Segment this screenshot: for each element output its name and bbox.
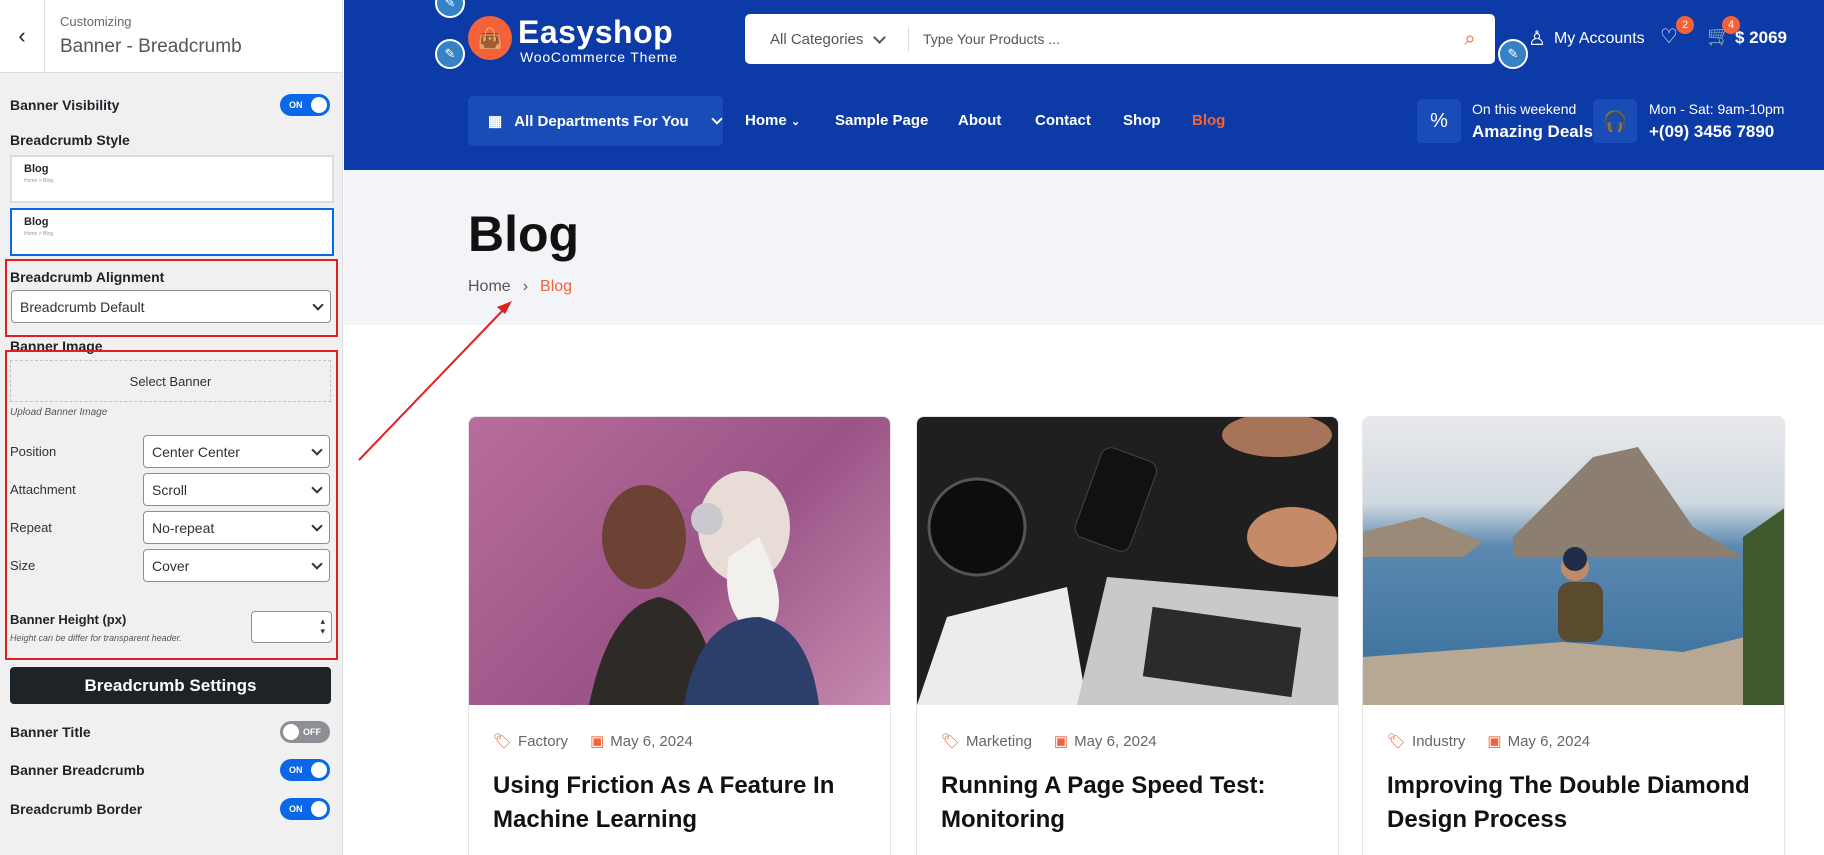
banner-height-hint: Height can be differ for transparent hea… [10, 633, 182, 643]
tag-icon: 🏷 [493, 733, 513, 750]
banner-visibility-label: Banner Visibility [10, 97, 120, 113]
style-option-crumb: Home > Blog [24, 178, 54, 184]
back-button[interactable]: ‹ [0, 0, 45, 72]
post-date: May 6, 2024 [1507, 733, 1591, 750]
post-title[interactable]: Using Friction As A Feature In Machine L… [493, 769, 870, 837]
position-label: Position [10, 444, 57, 459]
banner-visibility-toggle[interactable]: ON [280, 94, 330, 116]
calendar-icon: ▣ [1487, 733, 1502, 750]
post-image-illustration [1363, 447, 1784, 705]
post-card[interactable]: 🏷 Factory ▣ May 6, 2024 Using Friction As … [468, 416, 891, 855]
post-meta: 🏷 Industry ▣ May 6, 2024 [1387, 732, 1590, 750]
post-image[interactable] [469, 417, 890, 705]
size-select[interactable]: Cover [143, 549, 330, 582]
breadcrumb-border-row: Breadcrumb Border ON [10, 798, 330, 820]
repeat-value: No-repeat [152, 519, 215, 536]
post-date: May 6, 2024 [610, 733, 693, 750]
banner-visibility-row: Banner Visibility ON [10, 94, 330, 116]
post-image[interactable] [917, 417, 1338, 705]
customizer-context: Customizing [60, 14, 132, 29]
banner-title-toggle[interactable]: OFF [280, 721, 330, 743]
repeat-select[interactable]: No-repeat [143, 511, 330, 544]
post-title[interactable]: Running A Page Speed Test: Monitoring [941, 769, 1318, 837]
banner-title-label: Banner Title [10, 724, 91, 740]
post-meta-category: 🏷 Industry [1387, 732, 1465, 750]
post-card[interactable]: 🏷 Marketing ▣ May 6, 2024 Running A Page S… [916, 416, 1339, 855]
position-value: Center Center [152, 443, 240, 460]
size-value: Cover [152, 557, 190, 574]
chevron-down-icon [311, 519, 323, 532]
post-title[interactable]: Improving The Double Diamond Design Proc… [1387, 769, 1764, 837]
calendar-icon: ▣ [590, 733, 605, 750]
repeat-label: Repeat [10, 520, 52, 535]
chevron-down-icon [311, 481, 323, 494]
breadcrumb-border-toggle[interactable]: ON [280, 798, 330, 820]
post-meta-category: 🏷 Marketing [941, 732, 1032, 750]
banner-title-row: Banner Title OFF [10, 721, 330, 743]
banner-breadcrumb-label: Banner Breadcrumb [10, 762, 145, 778]
select-banner-button[interactable]: Select Banner [10, 360, 331, 402]
breadcrumb-style-option-1[interactable]: Blog Home > Blog [10, 155, 334, 203]
customizer-panel: ‹ Customizing Banner - Breadcrumb Banner… [0, 0, 343, 855]
tag-icon: 🏷 [1387, 733, 1407, 750]
upload-banner-hint: Upload Banner Image [10, 407, 108, 418]
post-image-illustration [917, 417, 1338, 705]
post-category[interactable]: Industry [1412, 733, 1465, 750]
post-image-illustration [589, 471, 819, 705]
post-meta: 🏷 Marketing ▣ May 6, 2024 [941, 732, 1157, 750]
breadcrumb-settings-button[interactable]: Breadcrumb Settings [10, 667, 331, 704]
banner-height-label: Banner Height (px) [10, 612, 127, 627]
banner-height-input[interactable] [251, 611, 332, 643]
style-option-title: Blog [24, 216, 49, 228]
customizer-header: ‹ Customizing Banner - Breadcrumb [0, 0, 342, 73]
post-category[interactable]: Marketing [966, 733, 1032, 750]
attachment-value: Scroll [152, 481, 188, 498]
breadcrumb-alignment-label: Breadcrumb Alignment [10, 269, 165, 285]
chevron-left-icon: ‹ [18, 23, 26, 48]
position-select[interactable]: Center Center [143, 435, 330, 468]
post-meta-date: ▣ May 6, 2024 [1054, 732, 1157, 750]
alignment-value: Breadcrumb Default [20, 298, 145, 315]
site-preview: ✎ ✎ 👜 Easyshop WooCommerce Theme All Cat… [344, 0, 1824, 855]
breadcrumb-style-label: Breadcrumb Style [10, 132, 130, 148]
breadcrumb-style-option-2[interactable]: Blog Home > Blog [10, 208, 334, 256]
calendar-icon: ▣ [1053, 733, 1069, 750]
post-meta-date: ▣ May 6, 2024 [1487, 732, 1590, 750]
post-card[interactable]: 🏷 Industry ▣ May 6, 2024 Improving The Dou… [1362, 416, 1785, 855]
chevron-down-icon [312, 298, 324, 311]
post-meta-date: ▣ May 6, 2024 [590, 732, 693, 750]
chevron-down-icon [311, 443, 323, 456]
attachment-label: Attachment [10, 482, 76, 497]
post-category[interactable]: Factory [518, 733, 568, 750]
style-option-title: Blog [24, 163, 49, 175]
post-date: May 6, 2024 [1074, 733, 1157, 750]
banner-breadcrumb-toggle[interactable]: ON [280, 759, 330, 781]
section-title: Banner - Breadcrumb [60, 36, 242, 57]
breadcrumb-alignment-select[interactable]: Breadcrumb Default [11, 290, 331, 323]
attachment-select[interactable]: Scroll [143, 473, 330, 506]
breadcrumb-border-label: Breadcrumb Border [10, 801, 143, 817]
chevron-down-icon [311, 557, 323, 570]
style-option-crumb: Home > Blog [24, 231, 54, 237]
post-meta: 🏷 Factory ▣ May 6, 2024 [493, 732, 693, 750]
post-image[interactable] [1363, 417, 1784, 705]
size-label: Size [10, 558, 36, 573]
post-meta-category: 🏷 Factory [493, 732, 568, 750]
banner-breadcrumb-row: Banner Breadcrumb ON [10, 759, 330, 781]
tag-icon: 🏷 [941, 733, 961, 750]
